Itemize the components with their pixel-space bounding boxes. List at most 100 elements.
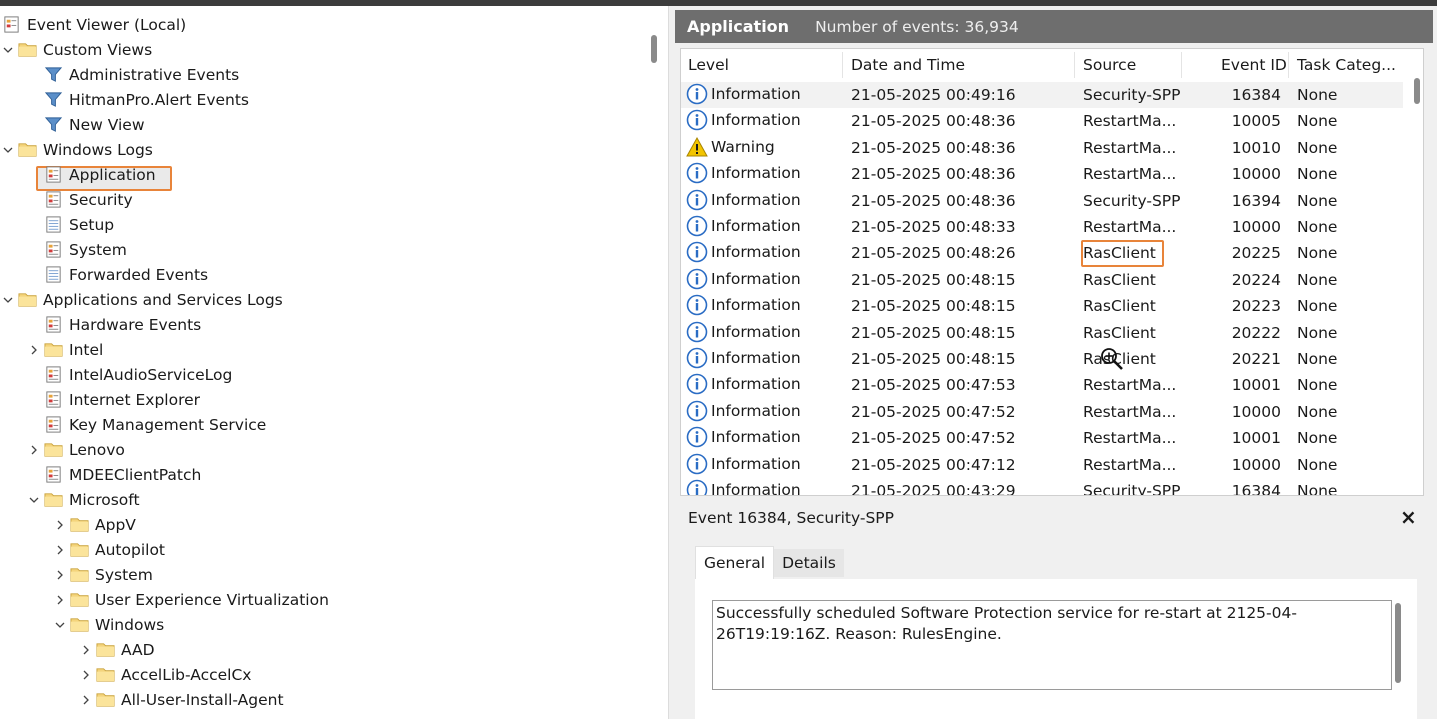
event-row[interactable]: Information 21-05-2025 00:43:29 Security-S… — [681, 478, 1403, 496]
tree-item-administrative-events[interactable]: Administrative Events — [26, 62, 239, 87]
event-level-text: Information — [711, 243, 801, 262]
tree-item-label: Lenovo — [69, 440, 125, 459]
tree-item-accellib-accelcx[interactable]: AccelLib-AccelCx — [78, 662, 251, 687]
tree-item-microsoft[interactable]: Microsoft — [26, 487, 140, 512]
tree-item-intel[interactable]: Intel — [26, 337, 103, 362]
tree-item-label: Application — [69, 165, 156, 184]
column-separator[interactable] — [842, 52, 843, 78]
column-source[interactable]: Source — [1083, 56, 1136, 74]
pane-splitter[interactable] — [668, 6, 675, 719]
chevron-right-icon[interactable] — [78, 687, 94, 712]
tree-item-intelaudioservicelog[interactable]: IntelAudioServiceLog — [26, 362, 232, 387]
chevron-down-icon[interactable] — [52, 612, 68, 637]
tree-item-key-management-service[interactable]: Key Management Service — [26, 412, 266, 437]
tree-item-security[interactable]: Security — [26, 187, 133, 212]
column-separator[interactable] — [1074, 52, 1075, 78]
tree-item-windows[interactable]: Windows — [52, 612, 164, 637]
event-row[interactable]: Information 21-05-2025 00:47:12 RestartMa.… — [681, 452, 1403, 478]
tree-item-new-view[interactable]: New View — [26, 112, 145, 137]
tree-item-autopilot[interactable]: Autopilot — [52, 537, 165, 562]
chevron-down-icon[interactable] — [0, 287, 16, 312]
tree-item-label: Windows Logs — [43, 140, 153, 159]
info-icon — [686, 294, 711, 316]
tree-scrollbar[interactable] — [651, 35, 657, 63]
tree-item-application[interactable]: Application — [26, 162, 156, 187]
column-level[interactable]: Level — [688, 56, 729, 74]
event-row[interactable]: Information 21-05-2025 00:48:15 RasClient 2… — [681, 320, 1403, 346]
event-row[interactable]: Information 21-05-2025 00:49:16 Security-S… — [681, 82, 1403, 108]
filter-icon — [42, 114, 64, 136]
event-datetime: 21-05-2025 00:48:15 — [851, 350, 1016, 368]
tree-item-applications-and-services-logs[interactable]: Applications and Services Logs — [0, 287, 283, 312]
event-row[interactable]: Information 21-05-2025 00:47:52 RestartMa.… — [681, 399, 1403, 425]
event-level-text: Information — [711, 428, 801, 447]
event-id: 10000 — [1231, 165, 1281, 184]
event-row[interactable]: Information 21-05-2025 00:48:36 RestartMa.… — [681, 108, 1403, 134]
event-task-category: None — [1297, 165, 1338, 184]
event-row[interactable]: Information 21-05-2025 00:48:15 RasClient 2… — [681, 346, 1403, 372]
chevron-down-icon[interactable] — [0, 37, 16, 62]
tree-item-setup[interactable]: Setup — [26, 212, 114, 237]
column-date-time[interactable]: Date and Time — [851, 56, 965, 74]
grid-scrollbar[interactable] — [1414, 78, 1420, 104]
chevron-right-icon[interactable] — [52, 537, 68, 562]
log-icon — [42, 314, 64, 336]
event-row[interactable]: Information 21-05-2025 00:47:53 RestartMa.… — [681, 372, 1403, 398]
tab-details[interactable]: Details — [774, 549, 844, 577]
info-icon — [686, 268, 711, 290]
event-message[interactable]: Successfully scheduled Software Protecti… — [712, 600, 1392, 690]
tree-item-user-experience-virtualization[interactable]: User Experience Virtualization — [52, 587, 329, 612]
chevron-right-icon[interactable] — [26, 437, 42, 462]
info-icon — [686, 109, 711, 131]
log-icon — [42, 414, 64, 436]
info-icon — [686, 241, 711, 263]
tree-item-system[interactable]: System — [52, 562, 153, 587]
column-separator[interactable] — [1181, 52, 1182, 78]
event-row[interactable]: Warning 21-05-2025 00:48:36 RestartMa... 10… — [681, 135, 1403, 161]
chevron-right-icon[interactable] — [52, 512, 68, 537]
close-icon[interactable]: × — [1400, 505, 1417, 529]
message-scrollbar[interactable] — [1395, 603, 1401, 683]
tree-item-lenovo[interactable]: Lenovo — [26, 437, 125, 462]
chevron-right-icon[interactable] — [52, 587, 68, 612]
event-row[interactable]: Information 21-05-2025 00:48:26 RasClient 2… — [681, 240, 1403, 268]
folder-icon — [94, 664, 116, 686]
column-task-category[interactable]: Task Categ... — [1297, 56, 1396, 74]
event-row[interactable]: Information 21-05-2025 00:48:15 RasClient 2… — [681, 267, 1403, 293]
event-level: Information — [686, 453, 801, 475]
event-datetime: 21-05-2025 00:43:29 — [851, 482, 1016, 496]
column-event-id[interactable]: Event ID — [1221, 56, 1287, 74]
chevron-down-icon[interactable] — [26, 487, 42, 512]
column-separator[interactable] — [1288, 52, 1289, 78]
tree-item-all-user-install-agent[interactable]: All-User-Install-Agent — [78, 687, 284, 712]
tree-item-hitmanpro-alert-events[interactable]: HitmanPro.Alert Events — [26, 87, 249, 112]
info-icon — [686, 83, 711, 105]
tree-item-appv[interactable]: AppV — [52, 512, 136, 537]
event-row[interactable]: Information 21-05-2025 00:48:15 RasClient 2… — [681, 293, 1403, 319]
tab-general[interactable]: General — [695, 546, 775, 579]
filter-icon — [42, 89, 64, 111]
chevron-right-icon[interactable] — [26, 337, 42, 362]
tree-item-mdeeclientpatch[interactable]: MDEEClientPatch — [26, 462, 201, 487]
chevron-down-icon[interactable] — [0, 137, 16, 162]
event-row[interactable]: Information 21-05-2025 00:47:52 RestartMa.… — [681, 425, 1403, 451]
tree-item-custom-views[interactable]: Custom Views — [0, 37, 152, 62]
tree-item-system[interactable]: System — [26, 237, 127, 262]
event-row[interactable]: Information 21-05-2025 00:48:36 RestartMa.… — [681, 161, 1403, 187]
tree-item-internet-explorer[interactable]: Internet Explorer — [26, 387, 200, 412]
event-row[interactable]: Information 21-05-2025 00:48:36 Security-S… — [681, 188, 1403, 214]
chevron-right-icon[interactable] — [78, 662, 94, 687]
tree-item-event-viewer-local-[interactable]: Event Viewer (Local) — [0, 12, 186, 37]
event-level: Information — [686, 268, 801, 290]
event-level-text: Information — [711, 322, 801, 341]
tree-item-hardware-events[interactable]: Hardware Events — [26, 312, 201, 337]
event-row[interactable]: Information 21-05-2025 00:48:33 RestartMa.… — [681, 214, 1403, 240]
event-source: RestartMa... — [1083, 165, 1177, 184]
tree-item-forwarded-events[interactable]: Forwarded Events — [26, 262, 208, 287]
event-source: RasClient — [1083, 323, 1156, 342]
tree-item-aad[interactable]: AAD — [78, 637, 155, 662]
chevron-right-icon[interactable] — [52, 562, 68, 587]
chevron-right-icon[interactable] — [78, 637, 94, 662]
tree-item-windows-logs[interactable]: Windows Logs — [0, 137, 153, 162]
